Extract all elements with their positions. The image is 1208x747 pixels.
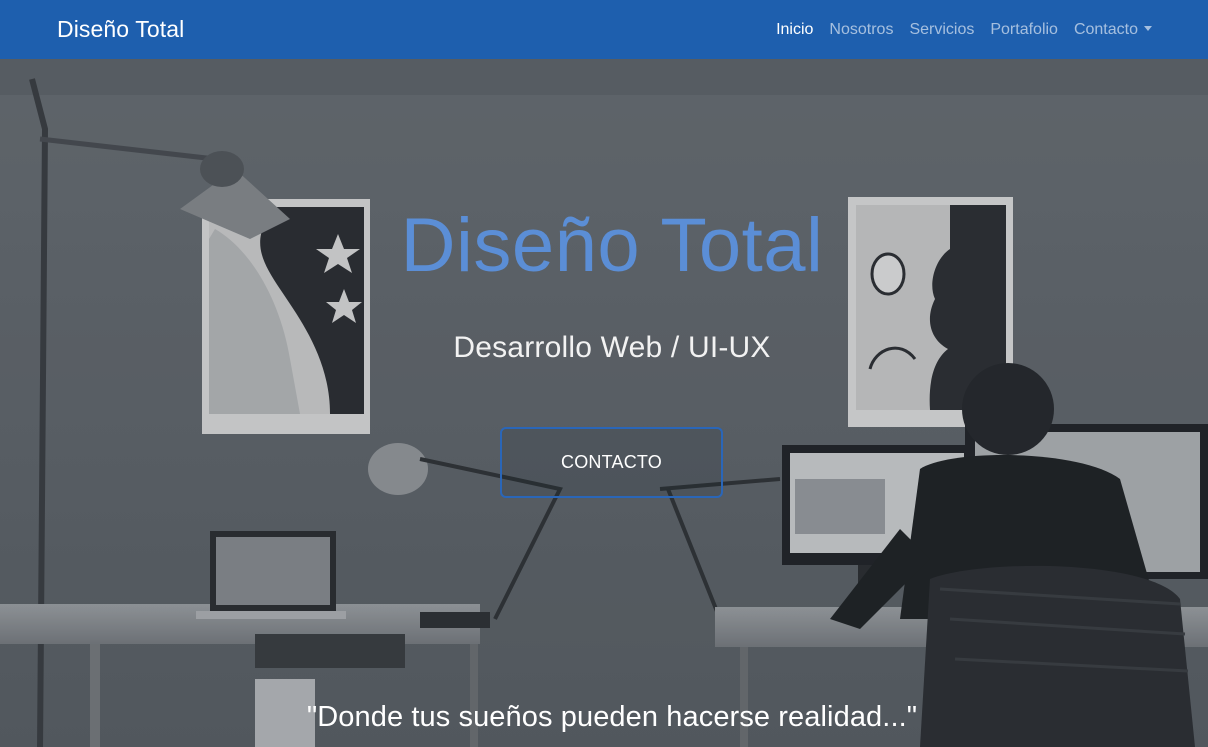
hero-subtitle: Desarrollo Web / UI-UX bbox=[453, 331, 771, 364]
nav-item-inicio[interactable]: Inicio bbox=[768, 21, 821, 39]
contact-button[interactable]: CONTACTO bbox=[500, 427, 723, 498]
nav-item-portafolio[interactable]: Portafolio bbox=[982, 21, 1066, 39]
hero-title: Diseño Total bbox=[400, 203, 824, 288]
hero-section: Diseño Total Desarrollo Web / UI-UX CONT… bbox=[0, 59, 1208, 747]
nav-links: Inicio Nosotros Servicios Portafolio Con… bbox=[768, 21, 1160, 39]
nav-item-servicios[interactable]: Servicios bbox=[901, 21, 982, 39]
nav-item-contacto-label: Contacto bbox=[1073, 20, 1138, 38]
navbar-brand[interactable]: Diseño Total bbox=[57, 16, 184, 43]
hero-quote: "Donde tus sueños pueden hacerse realida… bbox=[306, 701, 918, 733]
hero-content: Diseño Total Desarrollo Web / UI-UX CONT… bbox=[0, 59, 1208, 747]
top-navbar: Diseño Total Inicio Nosotros Servicios P… bbox=[0, 0, 1208, 59]
nav-item-nosotros[interactable]: Nosotros bbox=[821, 21, 901, 39]
caret-down-icon bbox=[1144, 25, 1152, 31]
nav-item-contacto-dropdown[interactable]: Contacto bbox=[1066, 21, 1160, 39]
